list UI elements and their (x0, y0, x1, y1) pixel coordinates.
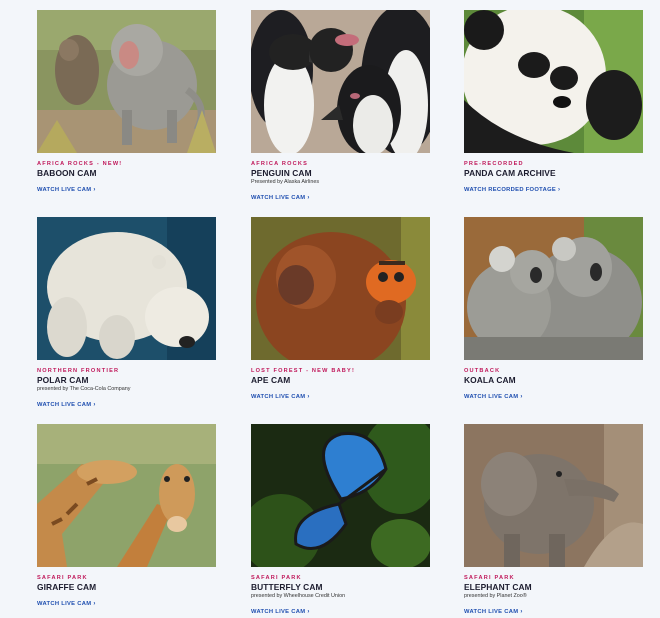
polar-bear-photo[interactable] (37, 217, 216, 360)
chevron-right-icon: › (307, 195, 310, 201)
cam-kicker: Safari Park (251, 575, 302, 581)
cam-kicker: Outback (464, 368, 501, 374)
link-label: Watch Recorded Footage (464, 187, 557, 193)
link-label: Watch Live Cam (251, 609, 306, 615)
cam-title: POLAR CAM (37, 375, 89, 385)
watch-cam-link[interactable]: Watch Live Cam › (251, 608, 310, 616)
link-label: Watch Live Cam (464, 394, 519, 400)
cam-sponsor: presented by Planet Zoo® (464, 593, 527, 599)
watch-cam-link[interactable]: Watch Live Cam › (37, 600, 96, 608)
cam-sponsor: Presented by Alaska Airlines (251, 179, 320, 185)
elephant-photo[interactable] (464, 424, 643, 567)
cam-sponsor: presented by Wheelhouse Credit Union (251, 593, 346, 599)
watch-cam-link[interactable]: Watch Live Cam › (464, 608, 523, 616)
watch-cam-link[interactable]: Watch Recorded Footage › (464, 186, 560, 194)
cam-kicker: Pre-Recorded (464, 161, 524, 167)
panda-photo[interactable] (464, 10, 643, 153)
cam-card-baboon[interactable]: Africa Rocks - New! BABOON CAM Watch Liv… (37, 10, 216, 196)
cam-kicker: Safari Park (37, 575, 88, 581)
baboon-photo[interactable] (37, 10, 216, 153)
cam-title: GIRAFFE CAM (37, 582, 97, 592)
watch-cam-link[interactable]: Watch Live Cam › (464, 393, 523, 401)
cam-title: ELEPHANT CAM (464, 582, 532, 592)
cam-kicker: Africa Rocks (251, 161, 309, 167)
link-label: Watch Live Cam (251, 394, 306, 400)
cam-title: BUTTERFLY CAM (251, 582, 323, 592)
cam-card-giraffe[interactable]: Safari Park GIRAFFE CAM Watch Live Cam › (37, 424, 216, 610)
chevron-right-icon: › (520, 394, 523, 400)
cam-title: BABOON CAM (37, 168, 97, 178)
cam-title: KOALA CAM (464, 375, 516, 385)
cam-kicker: Northern Frontier (37, 368, 120, 374)
link-label: Watch Live Cam (464, 609, 519, 615)
cam-card-butterfly[interactable]: Safari Park BUTTERFLY CAM presented by W… (251, 424, 430, 618)
watch-cam-link[interactable]: Watch Live Cam › (251, 194, 310, 202)
cam-title: APE CAM (251, 375, 291, 385)
cam-title: PENGUIN CAM (251, 168, 312, 178)
giraffe-photo[interactable] (37, 424, 216, 567)
orangutan-photo[interactable] (251, 217, 430, 360)
cam-card-koala[interactable]: Outback KOALA CAM Watch Live Cam › (464, 217, 643, 403)
cam-card-panda[interactable]: Pre-Recorded PANDA CAM ARCHIVE Watch Rec… (464, 10, 643, 196)
link-label: Watch Live Cam (251, 195, 306, 201)
cam-kicker: Safari Park (464, 575, 515, 581)
cam-sponsor: presented by The Coca-Cola Company (37, 386, 131, 392)
chevron-right-icon: › (93, 402, 96, 408)
link-label: Watch Live Cam (37, 402, 92, 408)
chevron-right-icon: › (307, 609, 310, 615)
butterfly-photo[interactable] (251, 424, 430, 567)
cam-card-penguin[interactable]: Africa Rocks PENGUIN CAM Presented by Al… (251, 10, 430, 204)
cam-kicker: Lost Forest - New Baby! (251, 368, 356, 374)
penguin-photo[interactable] (251, 10, 430, 153)
link-label: Watch Live Cam (37, 187, 92, 193)
cam-card-polar[interactable]: Northern Frontier POLAR CAM presented by… (37, 217, 216, 411)
chevron-right-icon: › (558, 187, 561, 193)
chevron-right-icon: › (307, 394, 310, 400)
cam-card-elephant[interactable]: Safari Park ELEPHANT CAM presented by Pl… (464, 424, 643, 618)
chevron-right-icon: › (93, 187, 96, 193)
cam-title: PANDA CAM ARCHIVE (464, 168, 556, 178)
watch-cam-link[interactable]: Watch Live Cam › (37, 186, 96, 194)
koala-photo[interactable] (464, 217, 643, 360)
cam-card-ape[interactable]: Lost Forest - New Baby! APE CAM Watch Li… (251, 217, 430, 403)
watch-cam-link[interactable]: Watch Live Cam › (37, 401, 96, 409)
chevron-right-icon: › (93, 601, 96, 607)
cam-kicker: Africa Rocks - New! (37, 161, 123, 167)
link-label: Watch Live Cam (37, 601, 92, 607)
chevron-right-icon: › (520, 609, 523, 615)
watch-cam-link[interactable]: Watch Live Cam › (251, 393, 310, 401)
